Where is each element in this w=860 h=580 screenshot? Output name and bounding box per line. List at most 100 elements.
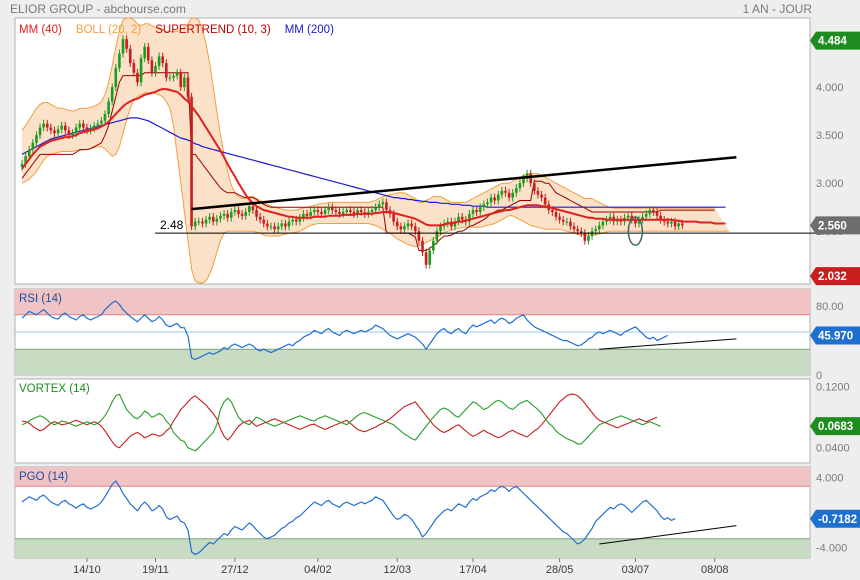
pgo-lower-zone	[15, 538, 810, 558]
candle-body	[38, 127, 42, 136]
candle-body	[63, 125, 67, 131]
date-tick-label: 28/05	[546, 564, 574, 576]
candle-body	[85, 127, 89, 131]
candle-body	[370, 210, 374, 212]
candle-body	[276, 226, 280, 230]
candle-body	[522, 178, 525, 184]
candle-body	[377, 204, 381, 208]
candle-body	[496, 194, 500, 201]
pgo-y-tick: -4.000	[816, 543, 847, 555]
candle-body	[168, 77, 172, 79]
candle-body	[45, 123, 49, 128]
price-y-tick: 3.000	[816, 178, 844, 190]
candle-body	[471, 210, 475, 214]
candle-body	[92, 125, 96, 129]
candle-body	[118, 53, 121, 68]
candle-body	[136, 72, 139, 83]
candle-body	[139, 58, 143, 83]
candle-body	[482, 204, 486, 208]
candle-body	[493, 197, 496, 201]
candle-body	[291, 219, 294, 222]
candle-body	[558, 216, 561, 220]
candle-body	[511, 192, 514, 198]
price-y-tick: 4.000	[816, 82, 844, 94]
candle-body	[255, 210, 258, 217]
candle-body	[500, 190, 504, 195]
candle-body	[551, 210, 554, 212]
candle-body	[576, 229, 579, 232]
candle-body	[103, 114, 107, 121]
candle-body	[478, 207, 482, 212]
candle-body	[644, 213, 648, 217]
candle-body	[219, 215, 222, 219]
candle-body	[561, 219, 565, 222]
candle-body	[323, 210, 327, 214]
price-value-label-2-text: 2.032	[818, 271, 847, 283]
pgo-value-label: -0.7182	[810, 509, 860, 528]
candle-body	[569, 221, 572, 227]
price-value-label-0-text: 4.484	[818, 36, 847, 48]
candle-body	[154, 66, 157, 73]
candle-body	[338, 211, 341, 214]
candle-body	[305, 213, 309, 216]
candle-body	[215, 218, 219, 222]
candle-body	[312, 210, 316, 212]
rsi-y-tick: 0	[816, 370, 822, 382]
candle-body	[237, 210, 240, 214]
candle-body	[56, 129, 60, 134]
rsi-value-label-text: 45.970	[818, 330, 853, 342]
candle-body	[572, 226, 576, 230]
candle-body	[504, 190, 507, 193]
candle-body	[251, 206, 255, 211]
candle-body	[403, 226, 406, 230]
candle-body	[406, 223, 410, 227]
candle-body	[540, 194, 543, 198]
stock-chart: 2.48 MM (40) BOLL (20, 2) SUPERTREND (10, 3…	[14, 17, 860, 576]
candle-body	[460, 216, 464, 220]
candle-body	[258, 216, 262, 220]
pgo-value-label-text: -0.7182	[818, 514, 857, 526]
candle-body	[60, 125, 63, 130]
candle-body	[49, 127, 53, 131]
candle-body	[175, 72, 179, 76]
candle-body	[673, 221, 677, 227]
candle-body	[626, 215, 630, 218]
candle-body	[233, 210, 237, 212]
candle-body	[222, 213, 226, 216]
candle-body	[424, 252, 428, 265]
candle-body	[316, 210, 320, 212]
candle-body	[518, 183, 522, 188]
candle-body	[201, 221, 204, 224]
price-value-label-1-text: 2.560	[818, 220, 847, 232]
candle-body	[655, 211, 659, 216]
candle-body	[128, 48, 132, 64]
candle-body	[294, 219, 298, 222]
candle-body	[42, 123, 45, 128]
pgo-title: PGO (14)	[19, 471, 68, 483]
candle-body	[179, 72, 183, 88]
candle-body	[262, 219, 266, 224]
candle-body	[35, 135, 38, 143]
candle-body	[197, 221, 201, 223]
rsi-value-label: 45.970	[810, 326, 860, 345]
legend-item-3: MM (200)	[285, 24, 334, 36]
legend-item-1: BOLL (20, 2)	[76, 24, 142, 36]
candle-body	[334, 210, 338, 212]
candle-body	[399, 226, 403, 230]
price-value-label-0: 4.484	[810, 31, 860, 50]
candle-body	[543, 197, 547, 205]
candle-body	[266, 223, 269, 227]
candle-body	[280, 223, 284, 227]
candle-body	[330, 207, 334, 211]
date-tick-label: 27/12	[221, 564, 249, 576]
candle-body	[193, 221, 197, 227]
candle-body	[349, 210, 352, 212]
candle-body	[284, 223, 287, 227]
candle-body	[53, 130, 56, 134]
candle-body	[96, 123, 100, 126]
candle-body	[359, 210, 363, 212]
vortex-value-label-text: 0.0683	[818, 421, 853, 433]
candle-body	[204, 219, 208, 224]
rsi-oversold-zone	[15, 349, 810, 375]
candle-body	[565, 221, 569, 223]
